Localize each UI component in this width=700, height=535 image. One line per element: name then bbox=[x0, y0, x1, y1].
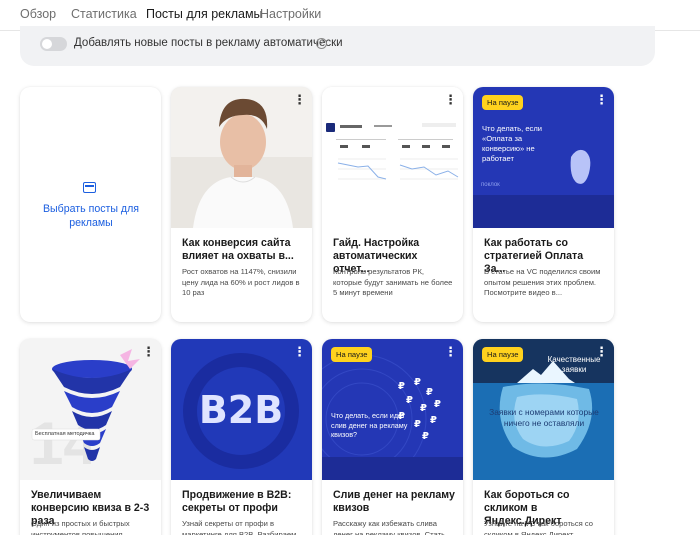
post-menu-button[interactable]: ⋮ bbox=[444, 345, 457, 361]
post-card[interactable]: поклок Что делать, если «Оплата за конве… bbox=[473, 87, 614, 322]
post-image-text: B2B bbox=[198, 388, 284, 432]
svg-text:₽: ₽ bbox=[420, 403, 427, 414]
post-image: B2B bbox=[171, 339, 312, 480]
tab-overview[interactable]: Обзор bbox=[20, 7, 56, 21]
add-posts-card[interactable]: Выбрать посты для рекламы bbox=[20, 87, 161, 322]
svg-text:поклок: поклок bbox=[481, 182, 500, 188]
post-description: В статье на VC поделился своим опытом ре… bbox=[484, 267, 601, 297]
svg-text:₽: ₽ bbox=[398, 381, 405, 392]
post-image-text: Заявки с номерами которые ничего не оста… bbox=[489, 407, 599, 428]
toggle-knob bbox=[42, 39, 52, 49]
post-description: Узнайте на VC как бороться со скликом в … bbox=[484, 519, 594, 535]
post-menu-button[interactable]: ⋮ bbox=[595, 345, 608, 361]
post-description: Узнай секреты от профи в маркетинге для … bbox=[182, 519, 297, 535]
tab-settings[interactable]: Настройки bbox=[260, 7, 321, 21]
svg-text:₽: ₽ bbox=[430, 415, 437, 426]
paused-badge: На паузе bbox=[482, 95, 524, 110]
post-title: Как конверсия сайта влияет на охваты в..… bbox=[182, 237, 294, 262]
post-title: Продвижение в B2B: секреты от профи bbox=[182, 489, 292, 514]
svg-text:₽: ₽ bbox=[422, 431, 429, 442]
post-description: Расскажу как избежать слива денег на рек… bbox=[333, 519, 446, 535]
post-image bbox=[322, 87, 463, 228]
post-menu-button[interactable]: ⋮ bbox=[595, 93, 608, 109]
post-menu-button[interactable]: ⋮ bbox=[293, 345, 306, 361]
paused-badge: На паузе bbox=[331, 347, 373, 362]
post-menu-button[interactable]: ⋮ bbox=[142, 345, 155, 361]
svg-text:₽: ₽ bbox=[426, 387, 433, 398]
post-card[interactable]: Качественные заявки Заявки с номерами ко… bbox=[473, 339, 614, 535]
post-description: Рост охватов на 1147%, снизили цену лида… bbox=[182, 267, 300, 297]
paused-badge: На паузе bbox=[482, 347, 524, 362]
post-description: Один из простых и быстрых инструментов п… bbox=[31, 519, 130, 535]
post-card[interactable]: 14 Бесплатная методичка ⋮ Увеличиваем ко… bbox=[20, 339, 161, 535]
tab-ad-posts[interactable]: Посты для рекламы bbox=[146, 7, 263, 21]
post-select-icon bbox=[83, 182, 96, 193]
post-image-tag: Бесплатная методичка bbox=[35, 431, 95, 437]
svg-text:₽: ₽ bbox=[406, 395, 413, 406]
auto-add-panel: Добавлять новые посты в рекламу автомати… bbox=[20, 26, 655, 66]
post-image-text: Что делать, если «Оплата за конверсию» н… bbox=[482, 124, 543, 163]
help-icon[interactable]: ? bbox=[316, 38, 327, 49]
svg-text:₽: ₽ bbox=[414, 419, 421, 430]
post-title: Слив денег на рекламу квизов bbox=[333, 489, 455, 514]
post-card[interactable]: ⋮ Гайд. Настройка автоматических отчет..… bbox=[322, 87, 463, 322]
post-description: Контроль результатов РК, которые будут з… bbox=[333, 267, 453, 297]
post-card[interactable]: ₽ ₽ ₽ ₽ ₽ ₽ ₽ ₽ ₽ ₽ Что делать, если идет слив… bbox=[322, 339, 463, 535]
post-card[interactable]: B2B ⋮ Продвижение в B2B: секреты от проф… bbox=[171, 339, 312, 535]
post-menu-button[interactable]: ⋮ bbox=[293, 93, 306, 109]
svg-text:₽: ₽ bbox=[414, 377, 421, 388]
svg-text:₽: ₽ bbox=[434, 399, 441, 410]
post-image-text: Что делать, если идет слив денег на рекл… bbox=[331, 411, 408, 439]
post-image bbox=[171, 87, 312, 228]
add-posts-label: Выбрать посты для рекламы bbox=[42, 203, 140, 229]
post-menu-button[interactable]: ⋮ bbox=[444, 93, 457, 109]
auto-add-toggle[interactable] bbox=[40, 37, 67, 51]
post-card[interactable]: ⋮ Как конверсия сайта влияет на охваты в… bbox=[171, 87, 312, 322]
tab-statistics[interactable]: Статистика bbox=[71, 7, 137, 21]
post-image: 14 Бесплатная методичка bbox=[20, 339, 161, 480]
auto-add-label: Добавлять новые посты в рекламу автомати… bbox=[74, 37, 343, 49]
